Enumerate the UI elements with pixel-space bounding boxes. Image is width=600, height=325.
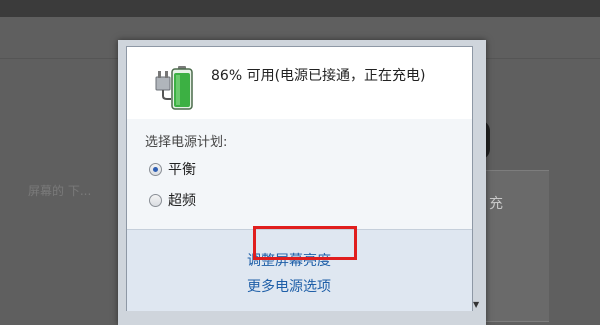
power-plan-label: 超频 xyxy=(168,193,196,209)
background-panel-text: 充 xyxy=(489,196,503,212)
battery-status-area: 86% 可用(电源已接通，正在充电) xyxy=(127,47,472,119)
popup-content: 86% 可用(电源已接通，正在充电) 选择电源计划: 平衡 超频 调整屏幕亮度 … xyxy=(126,46,473,311)
background-side-text: 屏幕的 下... xyxy=(28,184,92,198)
power-plan-label: 平衡 xyxy=(168,162,196,178)
radio-button-selected[interactable] xyxy=(149,162,162,176)
power-plan-section-label: 选择电源计划: xyxy=(145,135,228,150)
battery-status-text: 86% 可用(电源已接通，正在充电) xyxy=(211,68,426,84)
power-status-popup: 86% 可用(电源已接通，正在充电) 选择电源计划: 平衡 超频 调整屏幕亮度 … xyxy=(118,40,486,325)
radio-button[interactable] xyxy=(149,193,162,207)
highlight-annotation-box xyxy=(253,226,357,260)
power-plan-balanced-option[interactable]: 平衡 xyxy=(149,159,196,179)
power-plan-overclock-option[interactable]: 超频 xyxy=(149,190,196,210)
background-top-bar xyxy=(0,0,600,17)
more-power-options-link[interactable]: 更多电源选项 xyxy=(247,276,331,296)
scroll-down-arrow-icon[interactable]: ▼ xyxy=(473,300,479,309)
battery-charging-icon xyxy=(151,63,195,111)
